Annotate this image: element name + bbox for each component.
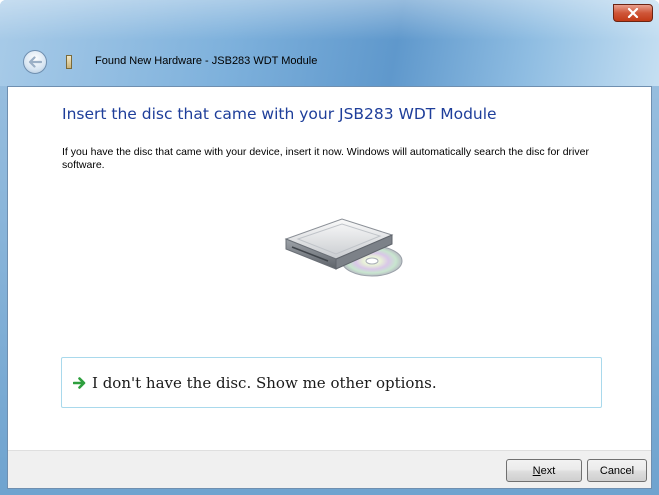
wizard-footer: Next Cancel — [8, 450, 651, 488]
back-arrow-icon — [28, 56, 42, 68]
close-icon — [627, 8, 639, 18]
back-button[interactable] — [23, 50, 47, 74]
green-arrow-icon — [72, 375, 88, 391]
disc-drive-icon — [284, 218, 403, 277]
cancel-button-label: Cancel — [599, 464, 635, 477]
wizard-content: Insert the disc that came with your JSB2… — [7, 86, 652, 489]
cancel-button[interactable]: Cancel — [587, 459, 647, 482]
found-new-hardware-window: Found New Hardware - JSB283 WDT Module I… — [0, 0, 659, 495]
window-title: Found New Hardware - JSB283 WDT Module — [95, 55, 318, 67]
next-button-label: Next — [533, 465, 556, 477]
no-disc-option-link[interactable]: I don't have the disc. Show me other opt… — [61, 357, 602, 408]
hardware-device-icon — [66, 55, 72, 69]
instructions-text: If you have the disc that came with your… — [62, 146, 589, 171]
title-bar: Found New Hardware - JSB283 WDT Module — [0, 0, 659, 86]
page-heading: Insert the disc that came with your JSB2… — [62, 105, 497, 123]
close-button[interactable] — [613, 4, 653, 22]
next-button[interactable]: Next — [506, 459, 582, 482]
no-disc-option-text: I don't have the disc. Show me other opt… — [92, 373, 437, 392]
title-bar-shine — [0, 0, 659, 40]
next-label-rest: ext — [540, 464, 556, 477]
next-mnemonic: N — [532, 464, 541, 477]
